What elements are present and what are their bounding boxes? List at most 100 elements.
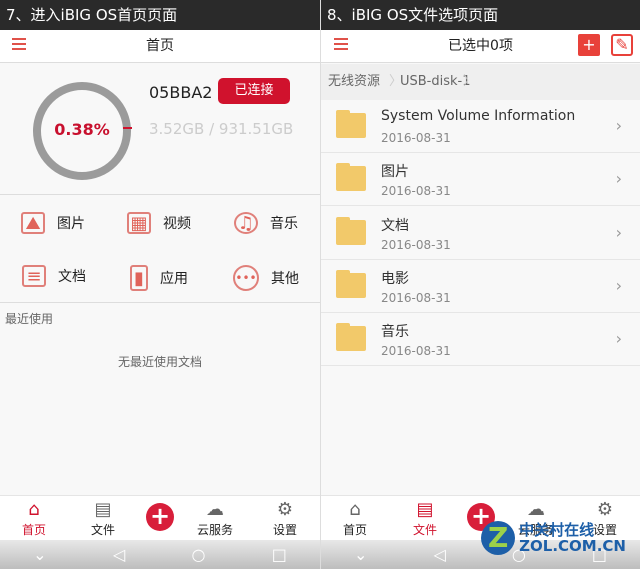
folder-icon	[336, 270, 366, 298]
file-name: 电影	[381, 271, 409, 287]
folder-icon	[336, 163, 366, 191]
file-name: 图片	[381, 164, 409, 180]
chevron-right-icon: ›	[615, 116, 622, 135]
file-date: 2016-08-31	[381, 344, 451, 358]
edit-icon[interactable]: ✎	[611, 34, 633, 56]
folder-icon	[336, 323, 366, 351]
recent-empty-text: 无最近使用文档	[117, 355, 202, 369]
add-button[interactable]: +	[146, 503, 174, 531]
caption-text: 7、进入iBIG OS首页页面	[6, 6, 178, 24]
nav-settings[interactable]: ⚙ 设置	[260, 499, 310, 538]
folder-icon	[336, 110, 366, 138]
recents-icon[interactable]: □	[272, 545, 287, 564]
more-icon: •••	[233, 265, 259, 291]
file-date: 2016-08-31	[381, 131, 451, 145]
chevron-right-icon: ›	[615, 169, 622, 188]
zol-logo: Z	[481, 521, 516, 555]
back-icon[interactable]: ◁	[113, 545, 125, 564]
caption: 8、iBIG OS文件选项页面	[321, 0, 640, 30]
file-row[interactable]: 音乐 2016-08-31 ›	[321, 313, 640, 366]
bottom-nav: ⌂ 首页 ▤ 文件 + ☁ 云服务 ⚙ 设置	[0, 495, 320, 540]
new-folder-icon[interactable]: +	[578, 34, 600, 56]
connected-button[interactable]: 已连接	[218, 78, 290, 104]
nav-cloud[interactable]: ☁ 云服务	[190, 499, 240, 538]
device-name: 05BBA2	[149, 83, 213, 102]
capacity-text: 3.52GB / 931.51GB	[149, 120, 294, 138]
breadcrumb-separator: 〉	[463, 74, 477, 89]
chevron-down-icon[interactable]: ⌄	[33, 545, 46, 564]
file-date: 2016-08-31	[381, 238, 451, 252]
nav-files[interactable]: ▤ 文件	[78, 499, 128, 538]
header: 已选中0项 + ✎	[321, 30, 640, 63]
file-icon: ▤	[416, 499, 434, 520]
file-row[interactable]: 文档 2016-08-31 ›	[321, 207, 640, 260]
nav-label: 设置	[272, 523, 297, 537]
category-documents[interactable]: ≡ 文档	[22, 265, 86, 287]
category-label: 视频	[163, 216, 191, 232]
left-screen: 7、进入iBIG OS首页页面 首页 0.38% 05BBA2 已连接 3.52…	[0, 0, 320, 569]
nav-home[interactable]: ⌂ 首页	[9, 499, 59, 538]
page-title: 首页	[146, 38, 174, 54]
back-icon[interactable]: ◁	[433, 545, 445, 564]
category-videos[interactable]: ▦ 视频	[127, 212, 191, 234]
cloud-icon: ☁	[206, 499, 224, 520]
file-name: System Volume Information	[381, 108, 576, 124]
category-label: 音乐	[270, 216, 298, 232]
usage-percent: 0.38%	[54, 120, 110, 139]
nav-label: 文件	[90, 523, 115, 537]
phone-app-icon: ▮	[130, 265, 148, 291]
category-label: 应用	[160, 271, 188, 287]
category-images[interactable]: ⛰ 图片	[21, 212, 85, 234]
chevron-right-icon: ›	[615, 223, 622, 242]
watermark: Z 中关村在线 ZOL.COM.CN	[481, 521, 626, 555]
chevron-right-icon: ›	[615, 329, 622, 348]
caption-text: 8、iBIG OS文件选项页面	[327, 6, 499, 24]
category-label: 文档	[58, 269, 86, 285]
storage-card: 0.38% 05BBA2 已连接 3.52GB / 931.51GB	[0, 63, 320, 195]
chevron-down-icon[interactable]: ⌄	[354, 545, 367, 564]
system-nav: ⌄ ◁ ○ □	[0, 540, 320, 569]
film-icon: ▦	[127, 212, 151, 234]
document-icon: ≡	[22, 265, 46, 287]
nav-home[interactable]: ⌂ 首页	[330, 499, 380, 538]
category-music[interactable]: ♫ 音乐	[234, 212, 298, 234]
cloud-icon: ☁	[527, 499, 545, 520]
watermark-url: ZOL.COM.CN	[519, 537, 626, 555]
file-name: 文档	[381, 218, 409, 234]
music-icon: ♫	[234, 212, 258, 234]
file-row[interactable]: System Volume Information 2016-08-31 ›	[321, 100, 640, 153]
watermark-text: 中关村在线	[519, 521, 595, 539]
file-row[interactable]: 图片 2016-08-31 ›	[321, 153, 640, 206]
file-date: 2016-08-31	[381, 184, 451, 198]
nav-label: 首页	[342, 523, 367, 537]
category-grid: ⛰ 图片 ▦ 视频 ♫ 音乐 ≡ 文档 ▮ 应用 ••• 其他	[0, 196, 320, 303]
file-icon: ▤	[94, 499, 112, 520]
usage-ring: 0.38%	[33, 82, 132, 180]
nav-files[interactable]: ▤ 文件	[400, 499, 450, 538]
breadcrumb-item[interactable]: 无线资源	[328, 64, 380, 100]
nav-label: 文件	[412, 523, 437, 537]
header: 首页	[0, 30, 320, 63]
recent-title: 最近使用	[5, 312, 54, 326]
category-other[interactable]: ••• 其他	[233, 265, 299, 291]
right-screen: 8、iBIG OS文件选项页面 已选中0项 + ✎ 无线资源 〉 USB-dis…	[321, 0, 640, 569]
caption: 7、进入iBIG OS首页页面	[0, 0, 320, 30]
category-label: 其他	[271, 271, 299, 287]
home-circle-icon[interactable]: ○	[191, 545, 205, 564]
file-row[interactable]: 电影 2016-08-31 ›	[321, 260, 640, 313]
nav-label: 首页	[21, 523, 46, 537]
breadcrumb-item[interactable]: USB-disk-1	[400, 64, 471, 100]
nav-label: 云服务	[196, 523, 233, 537]
file-name: 音乐	[381, 324, 409, 340]
breadcrumb: 无线资源 〉 USB-disk-1 〉	[321, 64, 640, 100]
folder-icon	[336, 217, 366, 245]
category-label: 图片	[57, 216, 85, 232]
chevron-right-icon: ›	[615, 276, 622, 295]
home-icon: ⌂	[28, 499, 40, 520]
file-date: 2016-08-31	[381, 291, 451, 305]
home-icon: ⌂	[349, 499, 361, 520]
category-apps[interactable]: ▮ 应用	[130, 265, 188, 291]
gear-icon: ⚙	[276, 499, 294, 520]
image-icon: ⛰	[21, 212, 45, 234]
gear-icon: ⚙	[596, 499, 614, 520]
